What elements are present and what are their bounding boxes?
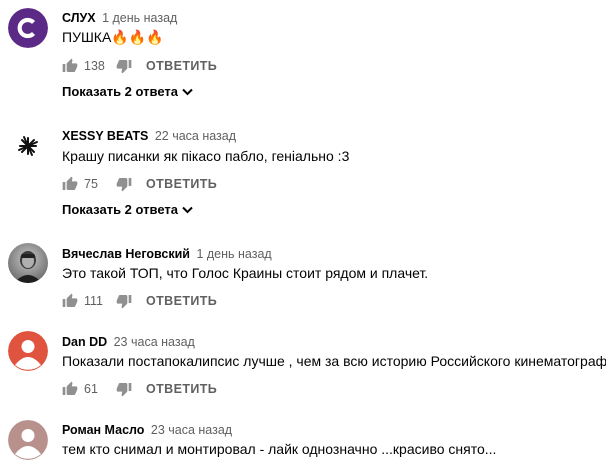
comment-text: Это такой ТОП, что Голос Краины стоит ря… bbox=[62, 265, 429, 281]
chevron-down-icon bbox=[182, 206, 193, 213]
comment-text: Показали постапокалипсис лучше , чем за … bbox=[62, 353, 606, 369]
thumb-down-icon[interactable] bbox=[116, 381, 132, 397]
comment-text: ПУШКА🔥🔥🔥 bbox=[62, 29, 164, 45]
thumb-down-icon[interactable] bbox=[116, 58, 132, 74]
chevron-down-icon bbox=[182, 88, 193, 95]
comment-author[interactable]: СЛУХ bbox=[62, 11, 96, 25]
comment-time[interactable]: 23 часа назад bbox=[151, 423, 232, 437]
like-count: 75 bbox=[84, 177, 98, 191]
like-count: 111 bbox=[84, 294, 104, 308]
default-user-avatar[interactable] bbox=[8, 331, 48, 371]
comment-text: тем кто снимал и монтировал - лайк одноз… bbox=[62, 441, 497, 457]
comment-text: Крашу писанки як пікасо пабло, геніально… bbox=[62, 148, 350, 164]
thumb-down-icon[interactable] bbox=[116, 176, 132, 192]
comment-time[interactable]: 1 день назад bbox=[196, 247, 271, 261]
like-count: 61 bbox=[84, 382, 98, 396]
comment-time[interactable]: 1 день назад bbox=[102, 11, 177, 25]
thumb-down-icon[interactable] bbox=[116, 293, 132, 309]
comment-author[interactable]: Роман Масло bbox=[62, 423, 144, 437]
starburst-avatar[interactable] bbox=[8, 126, 48, 166]
show-replies-button[interactable]: Показать 2 ответа bbox=[62, 202, 193, 217]
like-count: 138 bbox=[84, 59, 105, 73]
show-replies-label: Показать 2 ответа bbox=[62, 84, 178, 99]
comment-author[interactable]: Вячеслав Неговский bbox=[62, 247, 190, 261]
reply-button[interactable]: ОТВЕТИТЬ bbox=[146, 294, 217, 308]
letter-c-avatar[interactable] bbox=[8, 8, 48, 48]
show-replies-label: Показать 2 ответа bbox=[62, 202, 178, 217]
comment-time[interactable]: 22 часа назад bbox=[155, 129, 236, 143]
thumb-up-icon[interactable] bbox=[62, 58, 78, 74]
thumb-up-icon[interactable] bbox=[62, 381, 78, 397]
default-user-avatar[interactable] bbox=[8, 420, 48, 460]
thumb-up-icon[interactable] bbox=[62, 293, 78, 309]
reply-button[interactable]: ОТВЕТИТЬ bbox=[146, 382, 217, 396]
reply-button[interactable]: ОТВЕТИТЬ bbox=[146, 59, 217, 73]
show-replies-button[interactable]: Показать 2 ответа bbox=[62, 84, 193, 99]
comment-time[interactable]: 23 часа назад bbox=[114, 335, 195, 349]
photo-avatar[interactable] bbox=[8, 243, 48, 283]
reply-button[interactable]: ОТВЕТИТЬ bbox=[146, 177, 217, 191]
comment-author[interactable]: Dan DD bbox=[62, 335, 107, 349]
thumb-up-icon[interactable] bbox=[62, 176, 78, 192]
comment-author[interactable]: XESSY BEATS bbox=[62, 129, 148, 143]
